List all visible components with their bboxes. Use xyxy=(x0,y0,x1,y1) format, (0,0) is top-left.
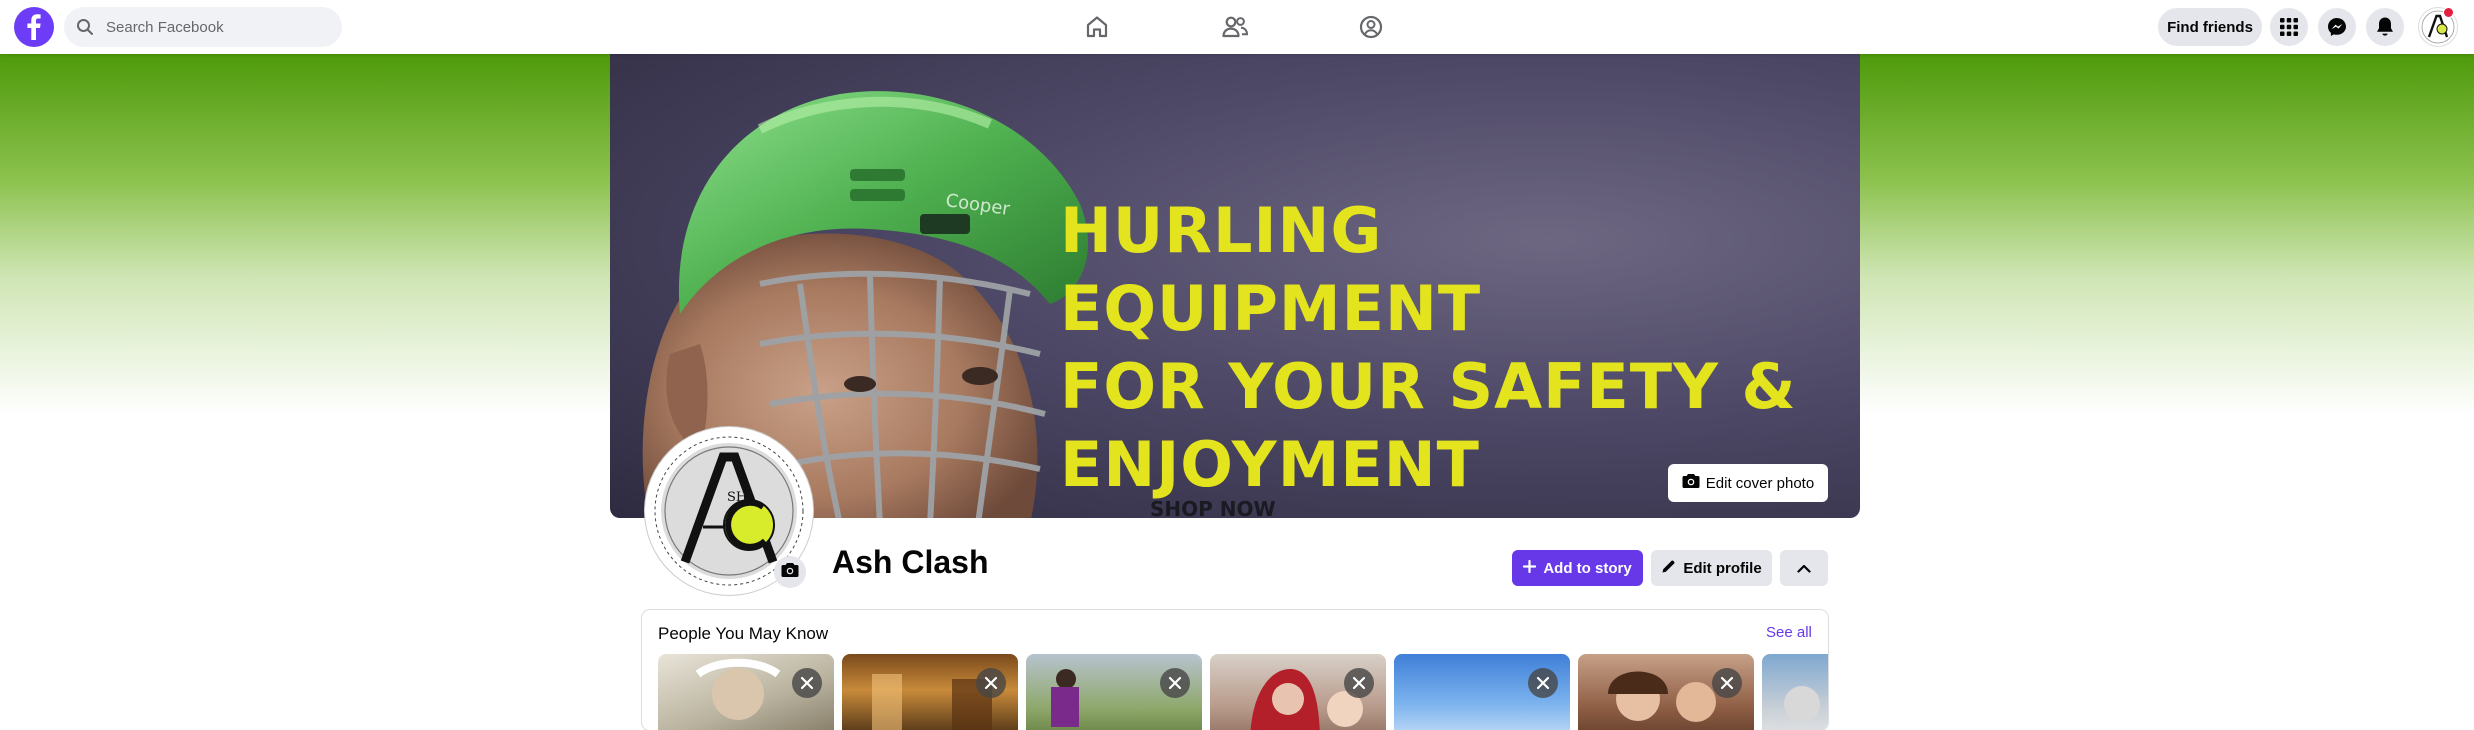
facebook-logo-icon[interactable] xyxy=(14,7,54,47)
edit-cover-photo-label: Edit cover photo xyxy=(1705,474,1815,492)
friends-icon[interactable] xyxy=(1207,8,1263,46)
dismiss-suggestion-button[interactable] xyxy=(1712,668,1742,698)
cover-headline: HURLING EQUIPMENT FOR YOUR SAFETY & ENJO… xyxy=(1060,192,1820,504)
home-icon[interactable] xyxy=(1069,8,1125,46)
people-you-may-know-panel: People You May Know See all xyxy=(642,610,1828,730)
suggestion-card[interactable] xyxy=(1394,654,1570,730)
see-all-link[interactable]: See all xyxy=(1766,624,1812,641)
headline-line-1: HURLING EQUIPMENT xyxy=(1060,194,1482,345)
search-box[interactable] xyxy=(64,7,342,47)
close-icon xyxy=(1536,676,1550,690)
close-icon xyxy=(1168,676,1182,690)
dismiss-suggestion-button[interactable] xyxy=(1160,668,1190,698)
dismiss-suggestion-button[interactable] xyxy=(792,668,822,698)
suggestion-card[interactable] xyxy=(1762,654,1828,730)
shop-now-text: SHOP NOW xyxy=(1150,497,1276,518)
edit-profile-label: Edit profile xyxy=(1683,559,1762,577)
suggestion-card[interactable] xyxy=(1578,654,1754,730)
menu-grid-icon[interactable] xyxy=(2270,8,2308,46)
dismiss-suggestion-button[interactable] xyxy=(1528,668,1558,698)
add-to-story-button[interactable]: Add to story xyxy=(1512,550,1643,586)
suggestion-card[interactable] xyxy=(1026,654,1202,730)
suggestion-card[interactable] xyxy=(658,654,834,730)
find-friends-button[interactable]: Find friends xyxy=(2158,8,2262,46)
edit-profile-button[interactable]: Edit profile xyxy=(1651,550,1772,586)
suggestion-card[interactable] xyxy=(1210,654,1386,730)
plus-icon xyxy=(1523,559,1537,577)
notification-dot xyxy=(2443,7,2454,18)
dismiss-suggestion-button[interactable] xyxy=(976,668,1006,698)
suggestion-card[interactable] xyxy=(842,654,1018,730)
search-input[interactable] xyxy=(104,17,338,37)
camera-icon xyxy=(1682,473,1700,493)
close-icon xyxy=(984,676,998,690)
profile-name: Ash Clash xyxy=(832,544,989,580)
update-profile-picture-button[interactable] xyxy=(774,556,806,588)
groups-icon[interactable] xyxy=(1343,8,1399,46)
people-you-may-know-title: People You May Know xyxy=(658,624,829,643)
camera-icon xyxy=(781,562,799,583)
top-navigation-bar: Find friends xyxy=(0,0,2474,54)
dismiss-suggestion-button[interactable] xyxy=(1344,668,1374,698)
cover-photo[interactable]: Cooper HURLING EQUIPMENT FOR YOUR SAFETY… xyxy=(610,54,1860,518)
headline-line-2: FOR YOUR SAFETY & xyxy=(1060,350,1797,423)
notifications-bell-icon[interactable] xyxy=(2366,8,2404,46)
edit-cover-photo-button[interactable]: Edit cover photo xyxy=(1668,464,1828,502)
chevron-up-icon xyxy=(1797,561,1811,576)
close-icon xyxy=(1352,676,1366,690)
pencil-icon xyxy=(1661,559,1676,578)
suggestion-photo xyxy=(1784,686,1820,722)
collapse-button[interactable] xyxy=(1780,550,1828,586)
svg-text:SH: SH xyxy=(727,490,747,505)
close-icon xyxy=(800,676,814,690)
search-icon xyxy=(76,17,96,37)
messenger-icon[interactable] xyxy=(2318,8,2356,46)
close-icon xyxy=(1720,676,1734,690)
add-to-story-label: Add to story xyxy=(1543,559,1632,577)
